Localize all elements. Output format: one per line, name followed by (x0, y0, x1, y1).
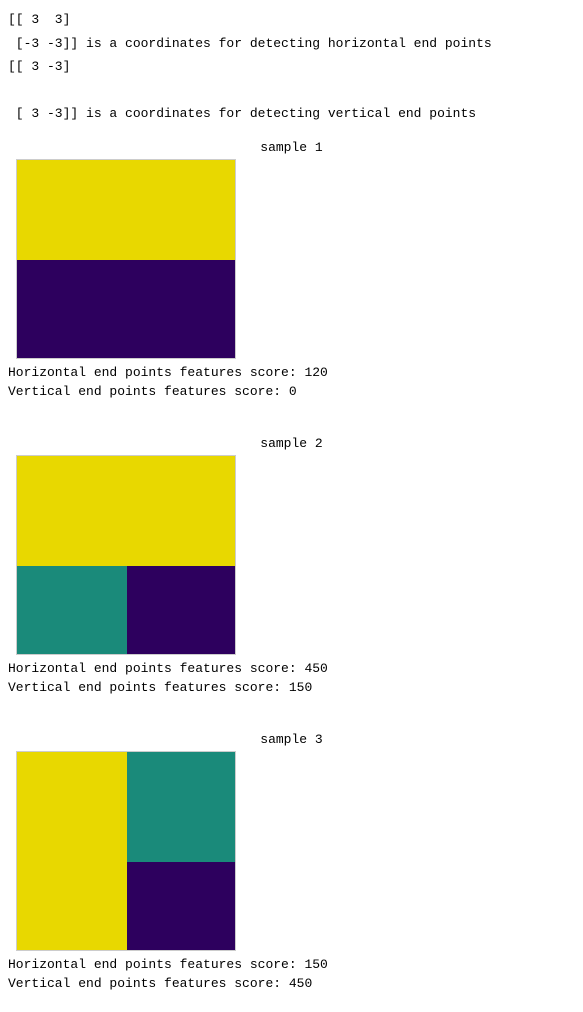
sample-2-title: sample 2 (8, 436, 575, 451)
sample-3-scores: Horizontal end points features score: 15… (8, 955, 575, 994)
code-line-2: [-3 -3]] is a coordinates for detecting … (8, 34, 575, 54)
code-line-5: [ 3 -3]] is a coordinates for detecting … (8, 104, 575, 124)
sample-1-scores: Horizontal end points features score: 12… (8, 363, 575, 402)
sample-3-title: sample 3 (8, 732, 575, 747)
sample-3: sample 3 Horizontal end points features s… (8, 732, 575, 994)
code-line-4 (8, 81, 575, 101)
sample-2-image (16, 455, 236, 655)
sample-1-image (16, 159, 236, 359)
sample-1: sample 1 Horizontal end points features s… (8, 140, 575, 402)
code-line-1: [[ 3 3] (8, 10, 575, 30)
sample-1-title: sample 1 (8, 140, 575, 155)
code-line-3: [[ 3 -3] (8, 57, 575, 77)
sample-2-scores: Horizontal end points features score: 45… (8, 659, 575, 698)
sample-2: sample 2 Horizontal end points features s… (8, 436, 575, 698)
sample-3-image (16, 751, 236, 951)
